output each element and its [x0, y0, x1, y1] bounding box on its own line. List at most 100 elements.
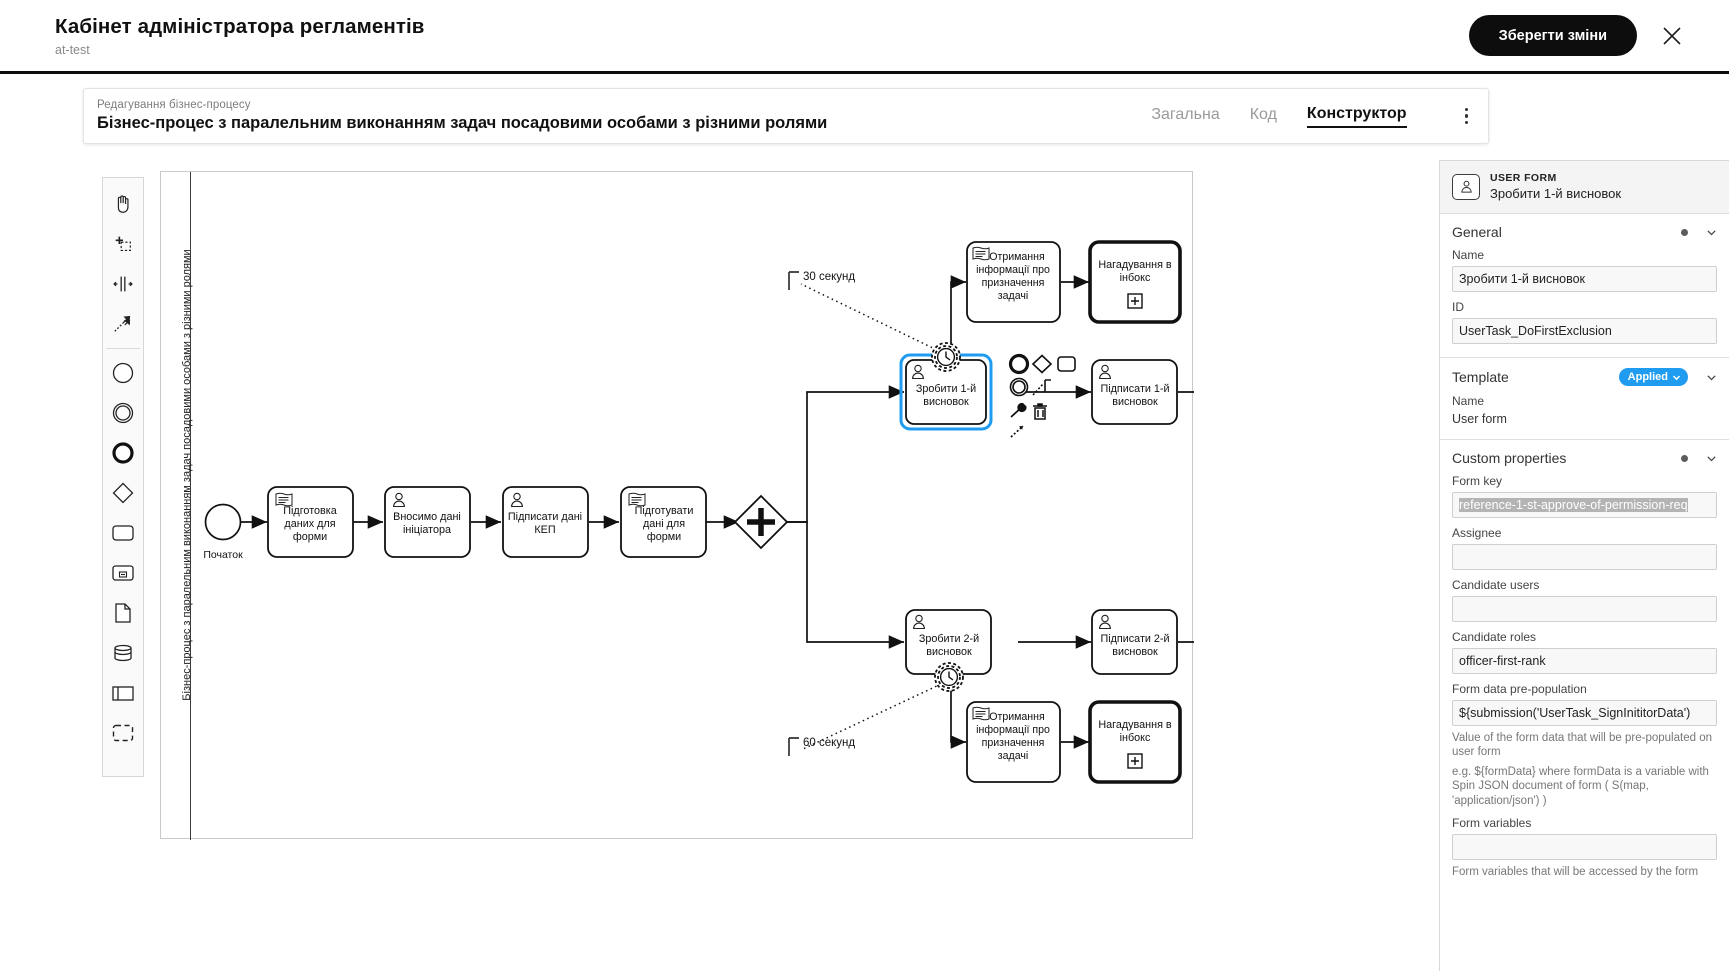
timer-label-60: 60 секунд [803, 737, 855, 749]
id-input[interactable]: UserTask_DoFirstExclusion [1452, 318, 1717, 344]
assignee-input[interactable] [1452, 544, 1717, 570]
group-custom-properties: Custom properties Form key reference-1-s… [1440, 440, 1729, 892]
chevron-down-icon[interactable] [1706, 453, 1717, 464]
wrench-icon [1010, 402, 1027, 418]
properties-panel[interactable]: USER FORM Зробити 1-й висновок General N… [1439, 160, 1729, 971]
breadcrumb: Редагування бізнес-процесу [97, 99, 251, 111]
boundary-timer-event-1 [931, 342, 961, 372]
task-t3: Підписати дані КЕП [502, 486, 589, 558]
svg-text:Зробити 2-й: Зробити 2-й [919, 633, 979, 645]
space-tool-icon[interactable] [106, 264, 140, 304]
group-general-header[interactable]: General [1452, 224, 1717, 240]
intermediate-event-icon[interactable] [106, 393, 140, 433]
svg-text:КЕП: КЕП [534, 524, 555, 536]
svg-text:Отримання: Отримання [989, 711, 1045, 723]
form-variables-input[interactable] [1452, 833, 1717, 860]
svg-text:форми: форми [293, 531, 327, 543]
id-label: ID [1452, 300, 1464, 314]
chevron-down-icon[interactable] [1706, 372, 1717, 383]
tab-general[interactable]: Загальна [1151, 106, 1219, 127]
pool-icon[interactable] [106, 673, 140, 713]
svg-text:Підготувати: Підготувати [635, 505, 694, 517]
group-custom-header[interactable]: Custom properties [1452, 450, 1717, 466]
hand-tool-icon[interactable] [106, 184, 140, 224]
task-icon[interactable] [106, 513, 140, 553]
svg-text:інбокс: інбокс [1120, 272, 1151, 284]
svg-text:висновок: висновок [926, 646, 972, 658]
svg-text:задачі: задачі [998, 290, 1028, 302]
svg-text:даних для: даних для [284, 518, 335, 530]
svg-text:Підписати 2-й: Підписати 2-й [1100, 633, 1169, 645]
svg-text:висновок: висновок [1112, 396, 1158, 408]
name-input[interactable]: Зробити 1-й висновок [1452, 266, 1717, 292]
task-t1: Підготовка даних для форми [267, 486, 354, 558]
group-general-title: General [1452, 224, 1502, 240]
gateway-icon[interactable] [106, 473, 140, 513]
data-store-icon[interactable] [106, 633, 140, 673]
template-name-value: User form [1452, 412, 1507, 426]
svg-text:інбокс: інбокс [1120, 732, 1151, 744]
close-icon[interactable] [1657, 21, 1687, 51]
status-dot [1681, 228, 1688, 236]
bpmn-pool[interactable]: Бізнес-процес з паралельним виконанням з… [160, 171, 1194, 840]
svg-text:призначення: призначення [982, 737, 1045, 749]
svg-text:призначення: призначення [982, 277, 1045, 289]
timer-label-30: 30 секунд [803, 271, 855, 283]
chevron-down-icon[interactable] [1706, 227, 1717, 238]
group-template: Template Applied Name User form [1440, 358, 1729, 440]
gateway-icon [1031, 354, 1053, 374]
svg-text:Вносимо дані: Вносимо дані [393, 511, 461, 523]
process-subheader: Редагування бізнес-процесу Бізнес-процес… [83, 88, 1489, 144]
bpmn-diagram-svg[interactable]: 30 секунд 60 секунд Початок Підготовка д… [161, 172, 1194, 840]
connect-tool-icon[interactable] [106, 304, 140, 344]
data-object-icon[interactable] [106, 593, 140, 633]
status-dot [1681, 454, 1688, 462]
page-subtitle: at-test [55, 42, 90, 57]
task-t8: Підписати 2-й висновок [1091, 609, 1178, 675]
save-button[interactable]: Зберегти зміни [1468, 15, 1637, 56]
group-general: General Name Зробити 1-й висновок ID Use… [1440, 214, 1729, 358]
start-event-icon[interactable] [106, 353, 140, 393]
group-icon[interactable] [106, 713, 140, 753]
bpmn-palette[interactable] [102, 177, 144, 777]
boundary-timer-event-2 [934, 662, 964, 692]
group-template-header[interactable]: Template Applied [1452, 368, 1717, 386]
candidate-users-input[interactable] [1452, 596, 1717, 622]
svg-text:висновок: висновок [923, 396, 969, 408]
element-name: Зробити 1-й висновок [1490, 186, 1622, 201]
task-t2: Вносимо дані ініціатора [384, 486, 471, 558]
svg-text:Зробити 1-й: Зробити 1-й [916, 383, 976, 395]
svg-text:Нагадування в: Нагадування в [1098, 719, 1172, 731]
app-header: Кабінет адміністратора регламентів at-te… [0, 0, 1729, 74]
svg-text:задачі: задачі [998, 750, 1028, 762]
task-t11: Отримання інформації про призначення зад… [966, 701, 1061, 783]
svg-text:Підписати 1-й: Підписати 1-й [1100, 383, 1169, 395]
tab-constructor[interactable]: Конструктор [1306, 105, 1407, 128]
form-key-input[interactable]: reference-1-st-approve-of-permission-req [1452, 492, 1717, 518]
lasso-tool-icon[interactable] [106, 224, 140, 264]
prepopulation-label: Form data pre-population [1452, 682, 1587, 696]
palette-divider [106, 348, 140, 349]
assignee-label: Assignee [1452, 526, 1502, 540]
prepopulation-input[interactable]: ${submission('UserTask_SignInititorData'… [1452, 700, 1717, 726]
template-name-label: Name [1452, 394, 1485, 408]
subprocess-icon[interactable] [106, 553, 140, 593]
tab-code[interactable]: Код [1250, 106, 1277, 127]
svg-text:Отримання: Отримання [989, 251, 1045, 263]
template-applied-badge[interactable]: Applied [1618, 368, 1688, 386]
end-event-icon[interactable] [106, 433, 140, 473]
name-label: Name [1452, 248, 1485, 262]
candidate-roles-input[interactable]: officer-first-rank [1452, 648, 1717, 674]
end-event-icon [1008, 353, 1030, 375]
start-event: Початок [203, 503, 243, 561]
diagram-canvas[interactable]: Бізнес-процес з паралельним виконанням з… [83, 160, 1489, 860]
page-title: Кабінет адміністратора регламентів [55, 14, 425, 38]
svg-text:Підписати дані: Підписати дані [508, 511, 582, 523]
element-type: USER FORM [1490, 172, 1557, 184]
svg-text:форми: форми [647, 531, 681, 543]
task-t4: Підготувати дані для форми [620, 486, 707, 558]
kebab-menu-icon[interactable] [1464, 107, 1468, 125]
svg-text:Підготовка: Підготовка [283, 505, 336, 517]
task-t10: Нагадування в інбокс [1088, 240, 1182, 324]
svg-text:висновок: висновок [1112, 646, 1158, 658]
